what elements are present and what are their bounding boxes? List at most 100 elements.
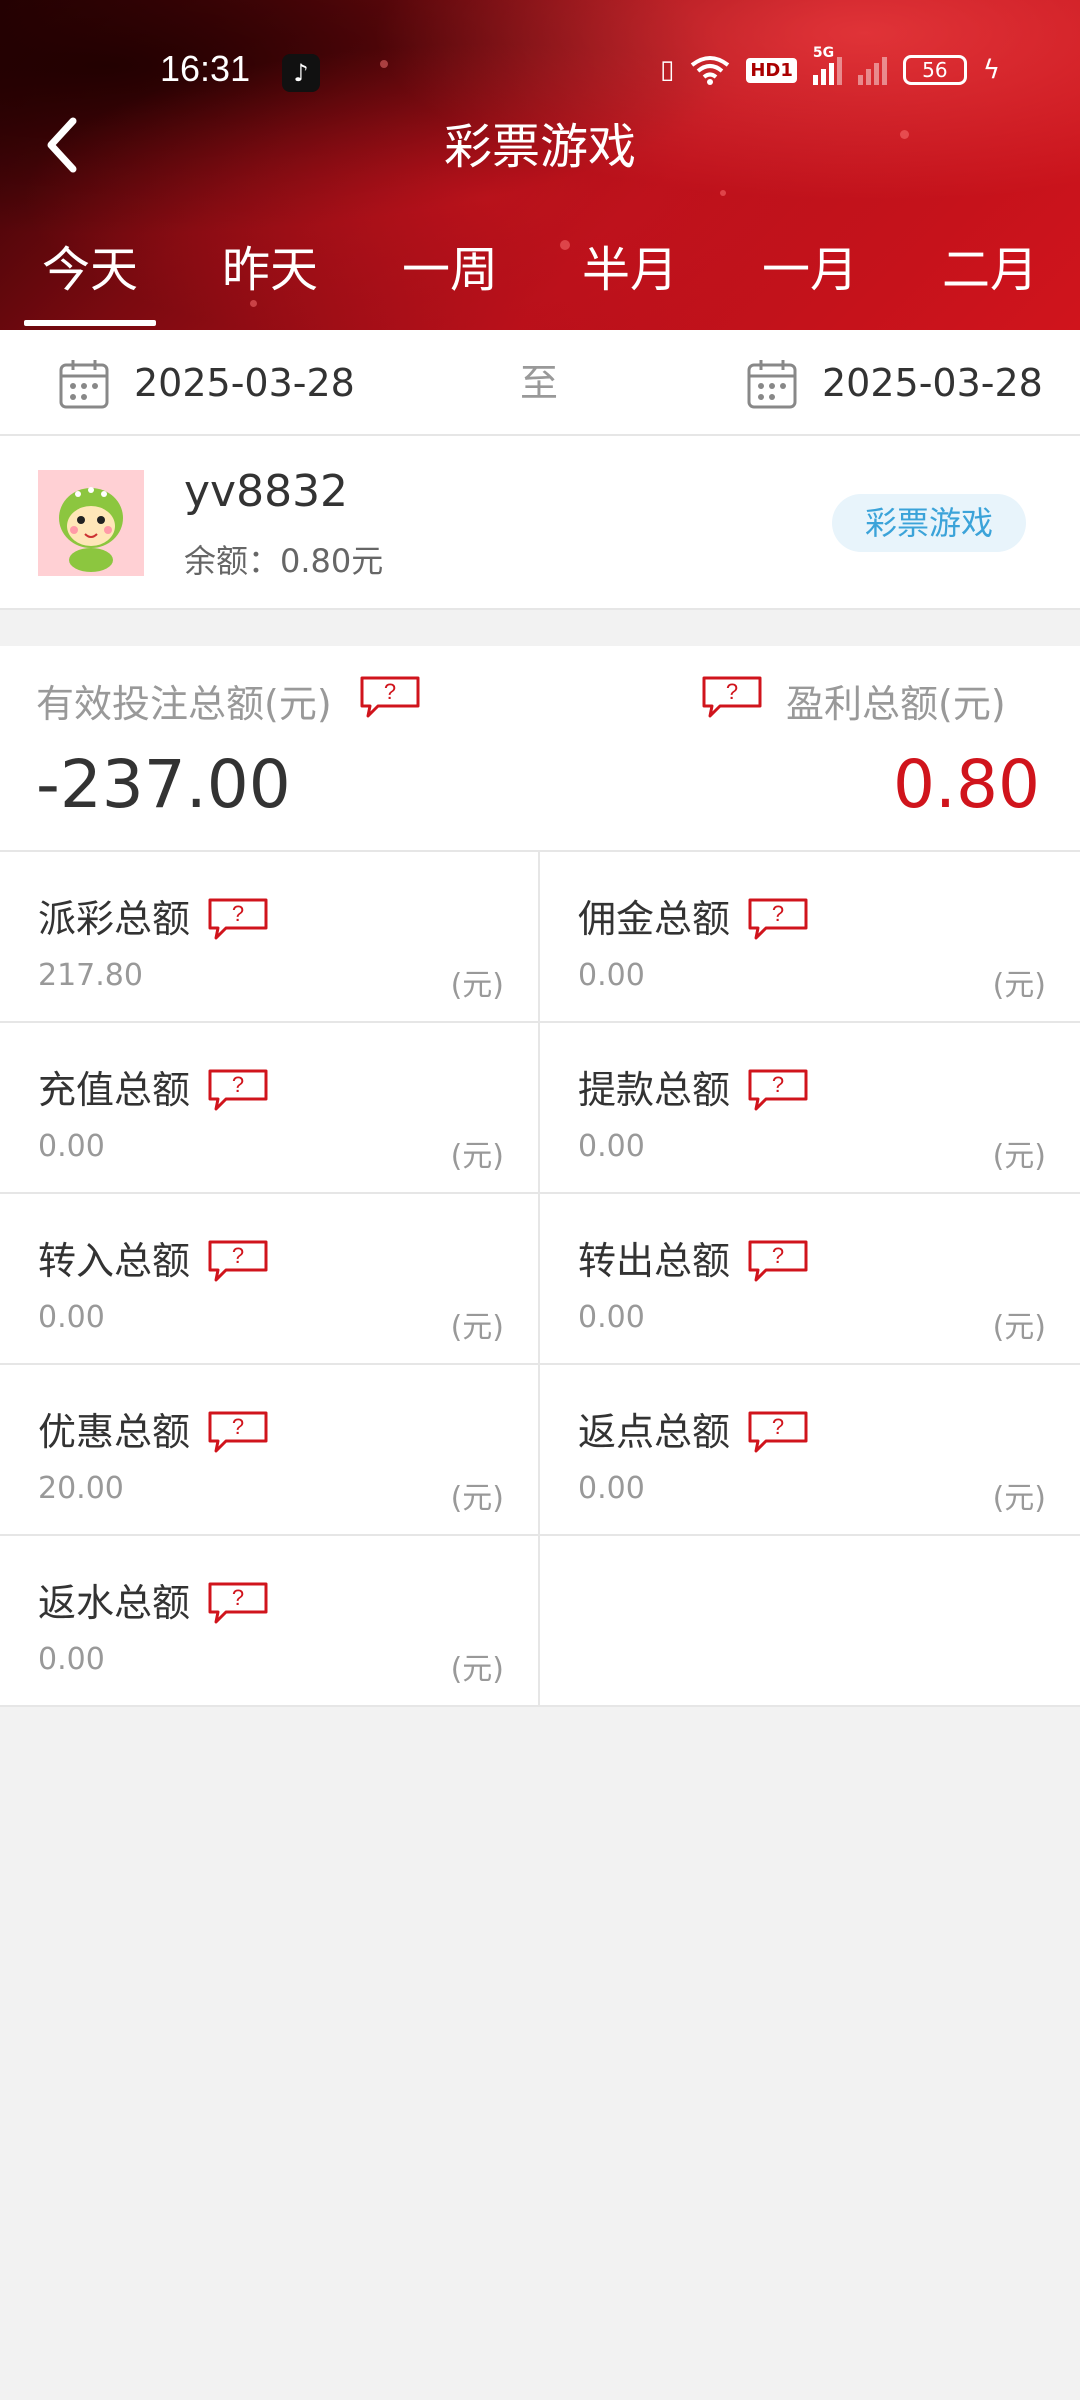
- vibrate-icon: ▯: [660, 55, 675, 85]
- stat-cell: 派彩总额 ? 217.80 (元): [0, 852, 540, 1023]
- user-card: yv8832 余额：0.80元 彩票游戏: [0, 436, 1080, 610]
- stat-unit: (元): [450, 968, 504, 1003]
- stat-cell: 提款总额 ? 0.00 (元): [540, 1023, 1080, 1194]
- profit-total-label: 盈利总额(元): [786, 682, 1006, 726]
- empty-cell: [540, 1536, 1080, 1707]
- stat-title: 返点总额: [578, 1410, 731, 1454]
- charging-icon: ϟ: [982, 55, 1000, 85]
- tab-yesterday[interactable]: 昨天: [180, 230, 360, 330]
- avatar: [38, 470, 144, 576]
- balance-label: 余额：: [184, 542, 281, 580]
- svg-text:?: ?: [232, 1414, 244, 1439]
- battery-indicator: 56: [902, 55, 967, 85]
- help-icon[interactable]: ?: [746, 1067, 810, 1111]
- stat-title: 充值总额: [38, 1068, 191, 1112]
- stat-value: 0.00: [578, 1300, 645, 1335]
- category-tag[interactable]: 彩票游戏: [832, 494, 1026, 552]
- status-time: 16:31: [160, 48, 251, 89]
- svg-text:?: ?: [772, 1243, 784, 1268]
- svg-text:?: ?: [772, 901, 784, 926]
- status-bar: 16:31 ♪ ▯ HD1 5G 56 ϟ: [0, 40, 1080, 100]
- tab-today[interactable]: 今天: [0, 230, 180, 330]
- signal-icon: [857, 55, 887, 85]
- date-range-row: 2025-03-28 至 2025-03-28: [0, 330, 1080, 436]
- snake-avatar-icon: [38, 470, 144, 576]
- wifi-icon: [691, 56, 730, 85]
- svg-text:?: ?: [232, 1585, 244, 1610]
- stat-unit: (元): [992, 968, 1046, 1003]
- stat-title: 转入总额: [38, 1239, 191, 1283]
- stat-value: 0.00: [38, 1129, 105, 1164]
- summary-panel: 有效投注总额(元) ? ? 盈利总额(元) -237.00 0.80: [0, 646, 1080, 852]
- stat-title: 返水总额: [38, 1581, 191, 1625]
- stat-cell: 返点总额 ? 0.00 (元): [540, 1365, 1080, 1536]
- help-icon[interactable]: ?: [700, 674, 764, 718]
- balance-value: 0.80元: [280, 542, 384, 580]
- profit-total-value: 0.80: [893, 746, 1040, 823]
- stat-cell: 优惠总额 ? 20.00 (元): [0, 1365, 540, 1536]
- stat-title: 优惠总额: [38, 1410, 191, 1454]
- help-icon[interactable]: ?: [746, 1409, 810, 1453]
- end-date[interactable]: 2025-03-28: [822, 356, 1043, 410]
- tab-half-month[interactable]: 半月: [540, 230, 720, 330]
- status-icons: ▯ HD1 5G 56 ϟ: [660, 45, 1000, 90]
- help-icon[interactable]: ?: [206, 1409, 270, 1453]
- calendar-icon[interactable]: [58, 358, 110, 410]
- date-separator: 至: [520, 361, 559, 405]
- stat-cell: 充值总额 ? 0.00 (元): [0, 1023, 540, 1194]
- help-icon[interactable]: ?: [206, 1238, 270, 1282]
- help-icon[interactable]: ?: [206, 1067, 270, 1111]
- tab-month[interactable]: 一月: [720, 230, 900, 330]
- period-tabs: 今天 昨天 一周 半月 一月 二月: [0, 230, 1080, 330]
- calendar-icon[interactable]: [746, 358, 798, 410]
- stat-cell: 佣金总额 ? 0.00 (元): [540, 852, 1080, 1023]
- svg-text:?: ?: [772, 1072, 784, 1097]
- stat-value: 0.00: [578, 1471, 645, 1506]
- page-title: 彩票游戏: [443, 119, 636, 175]
- stat-value: 217.80: [38, 958, 143, 993]
- bet-total-value: -237.00: [36, 746, 291, 823]
- stat-title: 派彩总额: [38, 897, 191, 941]
- balance-line: 余额：0.80元: [184, 536, 383, 582]
- bet-total-label: 有效投注总额(元): [36, 682, 332, 726]
- stat-title: 佣金总额: [578, 897, 731, 941]
- hd-icon: HD1: [746, 57, 797, 83]
- svg-text:?: ?: [232, 1243, 244, 1268]
- svg-text:?: ?: [232, 1072, 244, 1097]
- svg-text:?: ?: [232, 901, 244, 926]
- help-icon[interactable]: ?: [206, 896, 270, 940]
- stat-value: 20.00: [38, 1471, 124, 1506]
- stat-cell: 转出总额 ? 0.00 (元): [540, 1194, 1080, 1365]
- stat-unit: (元): [450, 1310, 504, 1345]
- stat-title: 转出总额: [578, 1239, 731, 1283]
- start-date[interactable]: 2025-03-28: [134, 356, 355, 410]
- stat-cell: 转入总额 ? 0.00 (元): [0, 1194, 540, 1365]
- stat-title: 提款总额: [578, 1068, 731, 1112]
- stat-unit: (元): [992, 1310, 1046, 1345]
- stat-value: 0.00: [578, 958, 645, 993]
- stat-unit: (元): [992, 1139, 1046, 1174]
- stat-value: 0.00: [38, 1642, 105, 1677]
- stat-unit: (元): [450, 1652, 504, 1687]
- help-icon[interactable]: ?: [746, 1238, 810, 1282]
- svg-text:?: ?: [772, 1414, 784, 1439]
- tiktok-icon: ♪: [282, 54, 320, 92]
- stat-unit: (元): [450, 1139, 504, 1174]
- help-icon[interactable]: ?: [358, 674, 422, 718]
- network-label: 5G: [812, 45, 835, 61]
- svg-text:?: ?: [384, 679, 396, 704]
- stat-value: 0.00: [578, 1129, 645, 1164]
- help-icon[interactable]: ?: [746, 896, 810, 940]
- app-header: 16:31 ♪ ▯ HD1 5G 56 ϟ 彩票游戏 今天 昨天 一周 半月 一…: [0, 0, 1080, 330]
- stat-cell: 返水总额 ? 0.00 (元): [0, 1536, 540, 1707]
- username: yv8832: [184, 466, 349, 517]
- svg-text:?: ?: [726, 679, 738, 704]
- tab-week[interactable]: 一周: [360, 230, 540, 330]
- stats-grid: 派彩总额 ? 217.80 (元) 佣金总额 ? 0.00 (元) 充值总额 ?…: [0, 852, 1080, 1707]
- help-icon[interactable]: ?: [206, 1580, 270, 1624]
- stat-unit: (元): [992, 1481, 1046, 1516]
- signal-5g-icon: 5G: [812, 45, 842, 85]
- stat-unit: (元): [450, 1481, 504, 1516]
- stat-value: 0.00: [38, 1300, 105, 1335]
- tab-two-months[interactable]: 二月: [900, 230, 1080, 330]
